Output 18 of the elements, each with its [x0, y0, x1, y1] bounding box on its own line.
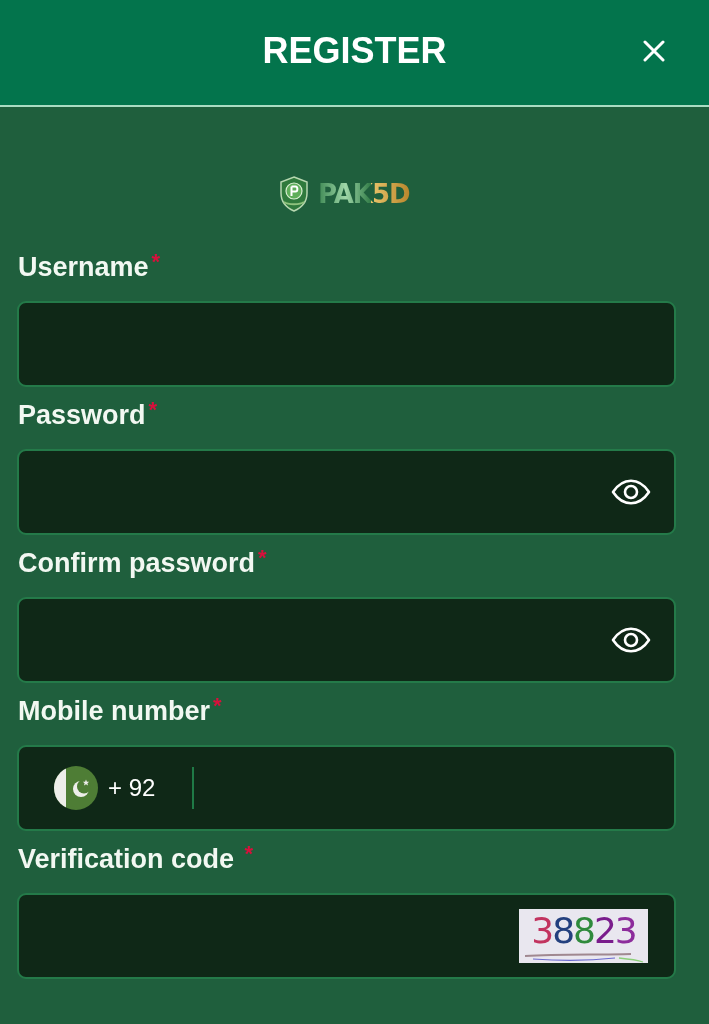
- field-label: Mobile number$^{*}$: [18, 696, 222, 726]
- password-field[interactable]: [17, 449, 676, 535]
- register-title: REGISTER: [262, 30, 447, 73]
- eye-icon[interactable]: [611, 627, 651, 653]
- close-icon: [643, 39, 665, 62]
- field-label: Verification code $^{*}$: [18, 844, 254, 874]
- crescent-flag-icon: [54, 766, 98, 810]
- code-field[interactable]: 38823: [17, 893, 676, 979]
- eye-icon[interactable]: [611, 479, 651, 505]
- field-label: Username$^{*}$: [18, 252, 161, 282]
- field-label: Confirm password$^{*}$: [18, 548, 267, 578]
- country-code: + 92: [108, 774, 156, 802]
- shield-logo-icon: [278, 176, 310, 212]
- field-label: Password$^{*}$: [18, 400, 158, 430]
- text-field[interactable]: [17, 301, 676, 387]
- captcha-image[interactable]: 38823: [519, 909, 648, 963]
- password-field[interactable]: [17, 597, 676, 683]
- phone-field[interactable]: + 92: [17, 745, 676, 831]
